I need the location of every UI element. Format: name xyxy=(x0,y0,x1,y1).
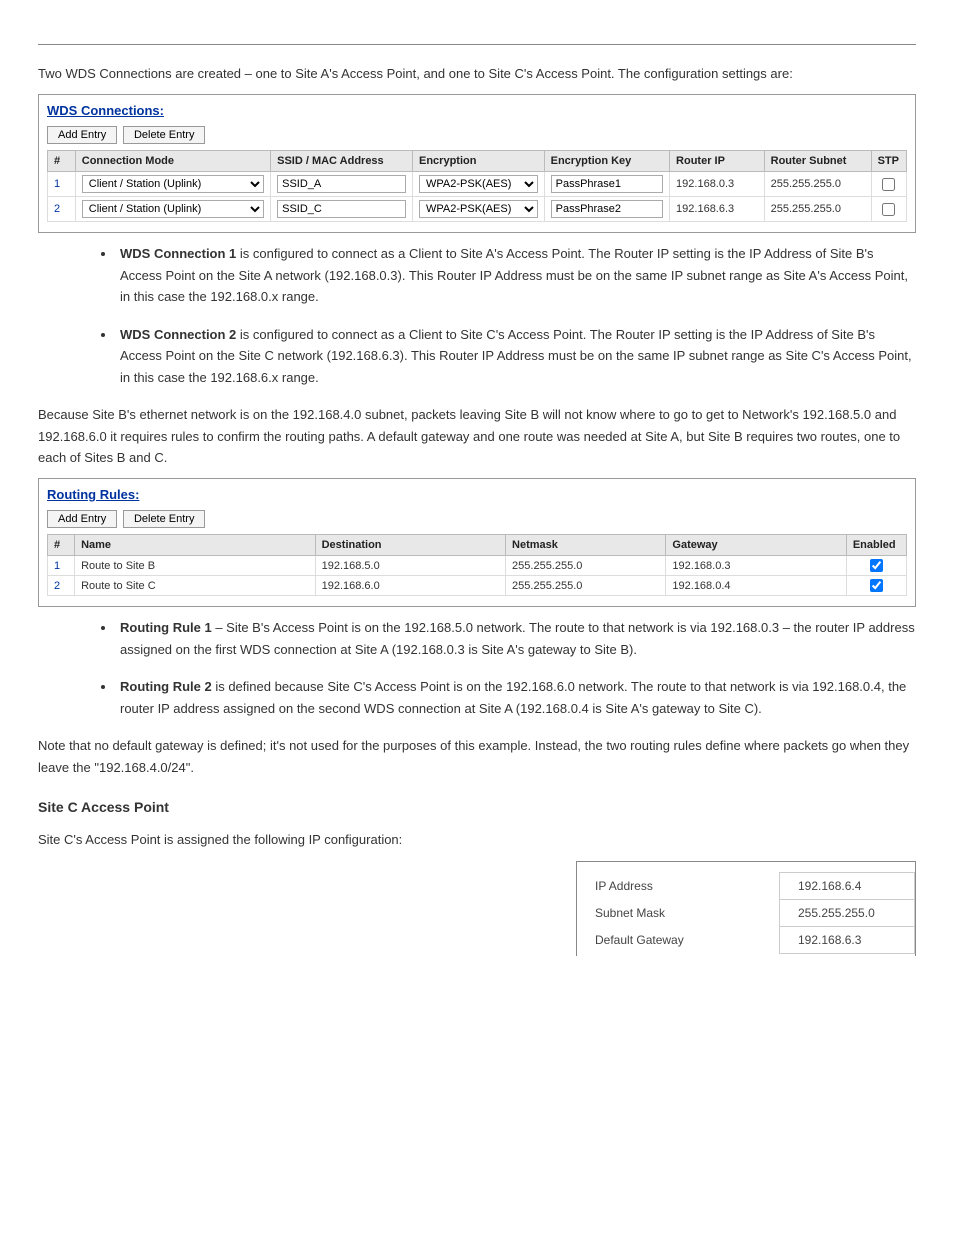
wds-col-num: # xyxy=(48,151,76,172)
wds-routersubnet: 255.255.255.0 xyxy=(764,172,871,197)
routing-row-name: Route to Site C xyxy=(75,576,316,596)
intro-paragraph: Two WDS Connections are created – one to… xyxy=(38,63,916,84)
site-c-heading: Site C Access Point xyxy=(38,796,916,819)
wds-enc-select[interactable]: WPA2-PSK(AES) xyxy=(419,175,538,193)
wds-panel-title: WDS Connections: xyxy=(47,103,164,118)
wds-mode-select[interactable]: Client / Station (Uplink) xyxy=(82,175,264,193)
routing-row-mask: 255.255.255.0 xyxy=(506,556,666,576)
wds-col-mode: Connection Mode xyxy=(75,151,270,172)
wds-panel: WDS Connections: Add Entry Delete Entry … xyxy=(38,94,916,233)
wds-ssid-input[interactable] xyxy=(277,175,406,193)
wds-stp-checkbox[interactable] xyxy=(882,178,895,191)
site-c-gw-label: Default Gateway xyxy=(577,926,780,953)
note-paragraph: Note that no default gateway is defined;… xyxy=(38,735,916,778)
wds-table: # Connection Mode SSID / MAC Address Enc… xyxy=(47,150,907,222)
site-c-config-box: IP Address 192.168.6.4 Subnet Mask 255.2… xyxy=(576,861,916,956)
routing-col-num: # xyxy=(48,535,75,556)
routing-col-dest: Destination xyxy=(315,535,505,556)
wds-bullets: WDS Connection 1 is configured to connec… xyxy=(38,243,916,388)
wds-col-routerip: Router IP xyxy=(670,151,765,172)
wds-col-stp: STP xyxy=(871,151,906,172)
routing-row-dest: 192.168.5.0 xyxy=(315,556,505,576)
wds-row: 2 Client / Station (Uplink) WPA2-PSK(AES… xyxy=(48,197,907,222)
site-c-ip-label: IP Address xyxy=(577,872,780,899)
site-c-ip-value: 192.168.6.4 xyxy=(780,872,915,899)
wds-enc-select[interactable]: WPA2-PSK(AES) xyxy=(419,200,538,218)
routing-enabled-checkbox[interactable] xyxy=(870,559,883,572)
routing-col-mask: Netmask xyxy=(506,535,666,556)
routing-bullet-1: Routing Rule 1 – Site B's Access Point i… xyxy=(116,617,916,660)
wds-add-entry-button[interactable]: Add Entry xyxy=(47,126,117,144)
wds-routersubnet: 255.255.255.0 xyxy=(764,197,871,222)
routing-panel-title: Routing Rules: xyxy=(47,487,139,502)
wds-col-ssid: SSID / MAC Address xyxy=(271,151,413,172)
wds-row: 1 Client / Station (Uplink) WPA2-PSK(AES… xyxy=(48,172,907,197)
routing-row-num: 1 xyxy=(48,556,75,576)
routing-row-mask: 255.255.255.0 xyxy=(506,576,666,596)
routing-panel: Routing Rules: Add Entry Delete Entry # … xyxy=(38,478,916,607)
routing-table: # Name Destination Netmask Gateway Enabl… xyxy=(47,534,907,596)
wds-row-num: 2 xyxy=(48,197,76,222)
routing-row: 2 Route to Site C 192.168.6.0 255.255.25… xyxy=(48,576,907,596)
routing-row-num: 2 xyxy=(48,576,75,596)
wds-bullet-2: WDS Connection 2 is configured to connec… xyxy=(116,324,916,388)
routing-row-gateway: 192.168.0.4 xyxy=(666,576,846,596)
routing-delete-entry-button[interactable]: Delete Entry xyxy=(123,510,206,528)
wds-col-enc: Encryption xyxy=(413,151,545,172)
wds-stp-checkbox[interactable] xyxy=(882,203,895,216)
wds-routerip: 192.168.6.3 xyxy=(670,197,765,222)
wds-bullet-1: WDS Connection 1 is configured to connec… xyxy=(116,243,916,307)
wds-ssid-input[interactable] xyxy=(277,200,406,218)
wds-mode-select[interactable]: Client / Station (Uplink) xyxy=(82,200,264,218)
wds-routerip: 192.168.0.3 xyxy=(670,172,765,197)
site-c-mask-label: Subnet Mask xyxy=(577,899,780,926)
routing-bullets: Routing Rule 1 – Site B's Access Point i… xyxy=(38,617,916,719)
routing-enabled-checkbox[interactable] xyxy=(870,579,883,592)
wds-row-num: 1 xyxy=(48,172,76,197)
routing-col-enabled: Enabled xyxy=(846,535,906,556)
site-c-intro: Site C's Access Point is assigned the fo… xyxy=(38,829,916,850)
wds-delete-entry-button[interactable]: Delete Entry xyxy=(123,126,206,144)
wds-col-routersubnet: Router Subnet xyxy=(764,151,871,172)
routing-row-gateway: 192.168.0.3 xyxy=(666,556,846,576)
site-c-gw-value: 192.168.6.3 xyxy=(780,926,915,953)
routing-col-gateway: Gateway xyxy=(666,535,846,556)
routing-row-dest: 192.168.6.0 xyxy=(315,576,505,596)
routing-row: 1 Route to Site B 192.168.5.0 255.255.25… xyxy=(48,556,907,576)
routing-row-name: Route to Site B xyxy=(75,556,316,576)
wds-key-input[interactable] xyxy=(551,200,663,218)
routing-bullet-2: Routing Rule 2 is defined because Site C… xyxy=(116,676,916,719)
routing-intro: Because Site B's ethernet network is on … xyxy=(38,404,916,468)
wds-col-key: Encryption Key xyxy=(544,151,669,172)
wds-key-input[interactable] xyxy=(551,175,663,193)
routing-add-entry-button[interactable]: Add Entry xyxy=(47,510,117,528)
routing-col-name: Name xyxy=(75,535,316,556)
header-rule xyxy=(38,44,916,45)
site-c-mask-value: 255.255.255.0 xyxy=(780,899,915,926)
